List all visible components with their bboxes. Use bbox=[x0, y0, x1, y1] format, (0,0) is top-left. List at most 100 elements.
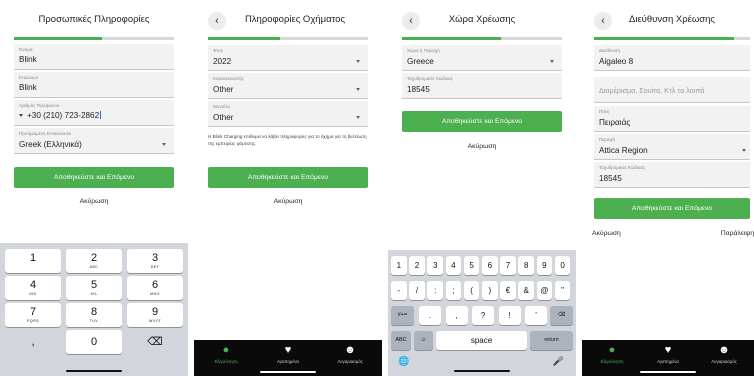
keypad-key[interactable]: 5 JKL bbox=[66, 276, 122, 300]
last-name-field[interactable]: Επώνυμο Blink bbox=[14, 72, 174, 98]
tab-account[interactable]: ☻ Λογαριασμός bbox=[320, 344, 380, 364]
address-line2-field[interactable]: Διαμέρισμα, Σουίτα, Κτλ τα λοιπά bbox=[594, 77, 750, 103]
return-key[interactable]: return bbox=[530, 331, 573, 350]
postal-code-field[interactable]: Ταχυδρομικός Κώδικας 18545 bbox=[594, 162, 750, 188]
key[interactable]: " bbox=[554, 281, 571, 300]
key[interactable]: ’ bbox=[525, 306, 547, 325]
emoji-key[interactable]: ☺ bbox=[414, 331, 433, 350]
key[interactable]: ) bbox=[482, 281, 498, 300]
make-value: Other bbox=[213, 85, 234, 94]
key[interactable]: 8 bbox=[518, 256, 534, 275]
microphone-icon[interactable]: 🎤 bbox=[553, 356, 564, 367]
keypad-key[interactable]: 6 MNO bbox=[127, 276, 183, 300]
progress-bar bbox=[402, 37, 562, 40]
key[interactable]: 2 bbox=[409, 256, 425, 275]
skip-link[interactable]: Παράλειψη bbox=[721, 230, 754, 237]
postal-code-value: 18545 bbox=[407, 85, 430, 94]
key-digit: 6 bbox=[151, 279, 159, 291]
key[interactable]: / bbox=[409, 281, 425, 300]
tab-account[interactable]: ☻ Λογαριασμός bbox=[694, 344, 754, 364]
location-pin-icon: ● bbox=[222, 344, 230, 356]
keypad-key[interactable]: 2 ABC bbox=[66, 249, 122, 273]
address-line2-placeholder: Διαμέρισμα, Σουίτα, Κτλ τα λοιπά bbox=[599, 86, 705, 95]
space-key[interactable]: space bbox=[436, 331, 527, 350]
delete-key[interactable]: ⌫ bbox=[127, 330, 183, 354]
keypad-key[interactable]: 4 GHI bbox=[5, 276, 61, 300]
key-letters: MNO bbox=[150, 292, 160, 296]
model-select[interactable]: Μοντέλο Other bbox=[208, 101, 368, 127]
country-code-dropdown-icon[interactable] bbox=[19, 114, 23, 117]
language-select[interactable]: Προτιμώμενη Επικοινωνία Greek (Ελληνικά) bbox=[14, 128, 174, 154]
region-select[interactable]: Περιοχή Attica Region bbox=[594, 134, 750, 160]
cancel-link[interactable]: Ακύρωση bbox=[592, 230, 621, 237]
key[interactable]: 6 bbox=[482, 256, 498, 275]
make-select[interactable]: Κατασκευαστής Other bbox=[208, 73, 368, 99]
keypad-key[interactable]: 1 bbox=[5, 249, 61, 273]
key[interactable]: 3 bbox=[427, 256, 443, 275]
key[interactable]: - bbox=[391, 281, 407, 300]
key-letters: GHI bbox=[29, 292, 37, 296]
key[interactable]: ? bbox=[472, 306, 494, 325]
region-value: Attica Region bbox=[599, 146, 648, 155]
key[interactable]: 1 bbox=[391, 256, 407, 275]
keypad-key[interactable]: 9 WXYZ bbox=[127, 303, 183, 327]
country-select[interactable]: Χώρα ή Περιοχή Greece bbox=[402, 45, 562, 71]
tab-favorites[interactable]: ♥ Αγαπημένα bbox=[638, 344, 698, 364]
key[interactable]: , bbox=[445, 306, 468, 325]
postal-code-field[interactable]: Ταχυδρομικός Κώδικας 18545 bbox=[402, 73, 562, 99]
key[interactable]: 0 bbox=[554, 256, 571, 275]
address-value: Aigaleo 8 bbox=[599, 57, 634, 66]
cancel-link[interactable]: Ακύρωση bbox=[388, 143, 576, 150]
save-next-button[interactable]: Αποθηκεύστε και Επόμενο bbox=[402, 111, 562, 132]
key[interactable]: ; bbox=[445, 281, 462, 300]
tab-explore[interactable]: ● Εξερεύνηση bbox=[582, 344, 642, 364]
key[interactable]: @ bbox=[536, 281, 553, 300]
make-label: Κατασκευαστής bbox=[213, 76, 245, 81]
last-name-label: Επώνυμο bbox=[19, 75, 39, 80]
address-field[interactable]: Διεύθυνση Aigaleo 8 bbox=[594, 45, 750, 71]
key[interactable]: € bbox=[500, 281, 516, 300]
save-next-button[interactable]: Αποθηκεύστε και Επόμενο bbox=[14, 167, 174, 188]
language-label: Προτιμώμενη Επικοινωνία bbox=[19, 131, 72, 136]
cancel-link[interactable]: Ακύρωση bbox=[194, 198, 382, 205]
key[interactable]: . bbox=[419, 306, 441, 325]
postal-code-value: 18545 bbox=[599, 174, 622, 183]
keypad-key[interactable]: 0 bbox=[66, 330, 122, 354]
phone-value-wrap: +30 (210) 723-2862 bbox=[19, 111, 102, 120]
more-symbols-key[interactable]: #+= bbox=[391, 306, 414, 325]
year-select[interactable]: Έτος 2022 bbox=[208, 45, 368, 71]
key-digit: 1 bbox=[29, 252, 37, 264]
header: ‹ Πληροφορίες Οχήματος bbox=[194, 10, 382, 32]
year-value: 2022 bbox=[213, 57, 232, 66]
key[interactable]: 5 bbox=[463, 256, 480, 275]
key[interactable]: & bbox=[518, 281, 534, 300]
keypad-key[interactable]: , bbox=[5, 330, 61, 354]
keypad-key[interactable]: 8 TUV bbox=[66, 303, 122, 327]
abc-key[interactable]: ABC bbox=[391, 331, 411, 350]
city-field[interactable]: Πόλη Πειραιάς bbox=[594, 106, 750, 132]
tab-favorites[interactable]: ♥ Αγαπημένα bbox=[258, 344, 318, 364]
progress-fill bbox=[594, 37, 735, 40]
save-next-button[interactable]: Αποθηκεύστε και Επόμενο bbox=[208, 167, 368, 188]
billing-address-screen: ‹ Διεύθυνση Χρέωσης Διεύθυνση Aigaleo 8 … bbox=[582, 0, 754, 376]
key[interactable]: ( bbox=[463, 281, 480, 300]
key[interactable]: 9 bbox=[536, 256, 553, 275]
keypad-key[interactable]: 3 DEF bbox=[127, 249, 183, 273]
key-letters: WXYZ bbox=[148, 319, 162, 323]
page-title: Πληροφορίες Οχήματος bbox=[244, 14, 346, 25]
tab-explore[interactable]: ● Εξερεύνηση bbox=[196, 344, 256, 364]
globe-icon[interactable]: 🌐 bbox=[398, 356, 409, 367]
phone-field[interactable]: Αριθμός Τηλεφώνου +30 (210) 723-2862 bbox=[14, 100, 174, 126]
account-icon: ☻ bbox=[718, 344, 730, 356]
key[interactable]: 4 bbox=[445, 256, 462, 275]
cancel-link[interactable]: Ακύρωση bbox=[0, 198, 188, 205]
first-name-field[interactable]: Όνομα Blink bbox=[14, 44, 174, 70]
save-next-button[interactable]: Αποθηκεύστε και Επόμενο bbox=[594, 198, 750, 219]
key[interactable]: 7 bbox=[500, 256, 516, 275]
progress-bar bbox=[594, 37, 750, 40]
backspace-key[interactable]: ⌫ bbox=[550, 306, 573, 325]
key[interactable]: : bbox=[427, 281, 443, 300]
key[interactable]: ! bbox=[498, 306, 521, 325]
region-label: Περιοχή bbox=[599, 137, 616, 142]
keypad-key[interactable]: 7 PQRS bbox=[5, 303, 61, 327]
